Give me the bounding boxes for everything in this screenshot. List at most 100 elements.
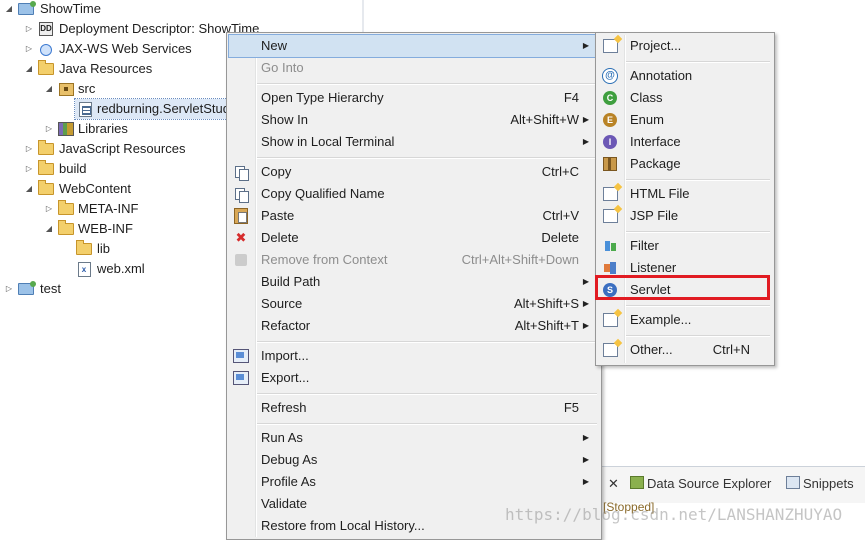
menu-item-build-path[interactable]: Build Path ▶	[229, 271, 597, 293]
submenu-arrow-icon: ▶	[582, 41, 589, 50]
tree-node-label: JavaScript Resources	[59, 141, 186, 156]
menu-item-label: Example...	[630, 312, 692, 327]
menu-item-refresh[interactable]: Refresh F5	[229, 397, 597, 419]
submenu-item-annotation[interactable]: @ Annotation	[598, 65, 770, 87]
tree-node-label: ShowTime	[40, 1, 101, 16]
menu-item-label: JSP File	[630, 208, 679, 223]
menu-item-label: Run As	[261, 430, 303, 445]
menu-item-remove-from-context: Remove from Context Ctrl+Alt+Shift+Down	[229, 249, 597, 271]
tree-node-package-selected[interactable]: redburning.ServletStud	[74, 98, 230, 120]
tree-node-label: lib	[97, 241, 111, 256]
menu-item-source[interactable]: Source Alt+Shift+S ▶	[229, 293, 597, 315]
delete-icon: ✖	[235, 230, 247, 245]
annotation-icon: @	[602, 68, 618, 84]
collapse-arrow-icon[interactable]: ▷	[24, 19, 34, 39]
menu-item-profile-as[interactable]: Profile As ▶	[229, 471, 597, 493]
menu-item-label: Export...	[261, 370, 310, 385]
tab-data-source-explorer[interactable]: Data Source Explorer	[630, 475, 771, 493]
menu-item-shortcut: Delete	[541, 230, 579, 245]
submenu-item-package[interactable]: Package	[598, 153, 770, 175]
menu-separator	[257, 423, 597, 425]
menu-item-label: Class	[630, 90, 663, 105]
menu-item-label: Paste	[261, 208, 295, 223]
web-project-icon	[18, 0, 36, 19]
menu-item-refactor[interactable]: Refactor Alt+Shift+T ▶	[229, 315, 597, 337]
tab-label: Data Source Explorer	[647, 476, 772, 491]
menu-item-open-type-hierarchy[interactable]: Open Type Hierarchy F4	[229, 87, 597, 109]
watermark: https://blog.csdn.net/LANSHANZHUYAO	[505, 505, 843, 524]
menu-item-delete[interactable]: ✖ Delete Delete	[229, 227, 597, 249]
filter-icon	[602, 238, 618, 254]
tree-node-showtime[interactable]: ◢ ShowTime	[0, 0, 360, 19]
libraries-icon	[58, 119, 74, 139]
menu-item-debug-as[interactable]: Debug As ▶	[229, 449, 597, 471]
close-tab-icon[interactable]: ✕	[608, 475, 619, 493]
expand-arrow-icon[interactable]: ◢	[4, 0, 14, 19]
new-project-icon	[602, 38, 618, 54]
menu-item-copy[interactable]: Copy Ctrl+C	[229, 161, 597, 183]
menu-item-label: Open Type Hierarchy	[261, 90, 384, 105]
submenu-item-other[interactable]: Other... Ctrl+N	[598, 339, 770, 361]
xml-file-icon: x	[76, 259, 92, 279]
submenu-item-example[interactable]: Example...	[598, 309, 770, 331]
collapse-arrow-icon[interactable]: ▷	[4, 279, 14, 299]
menu-item-shortcut: Alt+Shift+T	[514, 318, 579, 333]
menu-item-label: Copy Qualified Name	[261, 186, 385, 201]
collapse-arrow-icon[interactable]: ▷	[24, 39, 34, 59]
menu-item-shortcut: Ctrl+Alt+Shift+Down	[461, 252, 579, 267]
jaxws-icon	[38, 39, 54, 59]
menu-item-label: Refactor	[261, 318, 311, 333]
new-submenu: Project... @ Annotation C Class E Enum I…	[595, 32, 775, 366]
menu-item-label: Interface	[630, 134, 681, 149]
menu-item-export[interactable]: Export...	[229, 367, 597, 389]
submenu-arrow-icon: ▶	[582, 477, 589, 486]
tree-node-label: JAX-WS Web Services	[59, 41, 192, 56]
web-project-icon	[18, 279, 36, 299]
submenu-item-enum[interactable]: E Enum	[598, 109, 770, 131]
folder-icon	[38, 179, 54, 199]
menu-item-label: Build Path	[261, 274, 321, 289]
menu-item-paste[interactable]: Paste Ctrl+V	[229, 205, 597, 227]
menu-item-label: Import...	[261, 348, 309, 363]
menu-item-run-as[interactable]: Run As ▶	[229, 427, 597, 449]
submenu-item-class[interactable]: C Class	[598, 87, 770, 109]
export-icon	[233, 370, 249, 386]
package-icon	[602, 156, 618, 172]
java-resources-icon	[38, 59, 54, 79]
collapse-arrow-icon[interactable]: ▷	[24, 159, 34, 179]
menu-item-show-in-local-terminal[interactable]: Show in Local Terminal ▶	[229, 131, 597, 153]
submenu-arrow-icon: ▶	[582, 137, 589, 146]
menu-item-label: Debug As	[261, 452, 318, 467]
menu-item-import[interactable]: Import...	[229, 345, 597, 367]
menu-item-shortcut: F4	[563, 90, 579, 105]
submenu-item-interface[interactable]: I Interface	[598, 131, 770, 153]
submenu-item-jsp-file[interactable]: JSP File	[598, 205, 770, 227]
expand-arrow-icon[interactable]: ◢	[44, 219, 54, 239]
submenu-item-project[interactable]: Project...	[598, 35, 770, 57]
folder-icon	[38, 159, 54, 179]
submenu-arrow-icon: ▶	[582, 115, 589, 124]
menu-item-label: Refresh	[261, 400, 307, 415]
menu-item-copy-qualified-name[interactable]: Copy Qualified Name	[229, 183, 597, 205]
collapse-arrow-icon[interactable]: ▷	[44, 199, 54, 219]
collapse-arrow-icon[interactable]: ▷	[44, 119, 54, 139]
paste-icon	[233, 208, 249, 224]
menu-item-label: Profile As	[261, 474, 316, 489]
menu-item-shortcut: F5	[563, 400, 579, 415]
submenu-item-html-file[interactable]: HTML File	[598, 183, 770, 205]
menu-item-new[interactable]: New ▶	[228, 34, 598, 58]
expand-arrow-icon[interactable]: ◢	[44, 79, 54, 99]
tab-snippets[interactable]: Snippets	[786, 475, 854, 493]
expand-arrow-icon[interactable]: ◢	[24, 179, 34, 199]
menu-item-label: Annotation	[630, 68, 693, 83]
menu-item-show-in[interactable]: Show In Alt+Shift+W ▶	[229, 109, 597, 131]
tree-node-label: WEB-INF	[78, 221, 133, 236]
collapse-arrow-icon[interactable]: ▷	[24, 139, 34, 159]
javascript-resources-icon	[38, 139, 54, 159]
tree-node-label: Java Resources	[59, 61, 153, 76]
submenu-arrow-icon: ▶	[582, 321, 589, 330]
expand-arrow-icon[interactable]: ◢	[24, 59, 34, 79]
tree-node-label: META-INF	[78, 201, 139, 216]
jsp-file-icon	[602, 208, 618, 224]
submenu-item-filter[interactable]: Filter	[598, 235, 770, 257]
